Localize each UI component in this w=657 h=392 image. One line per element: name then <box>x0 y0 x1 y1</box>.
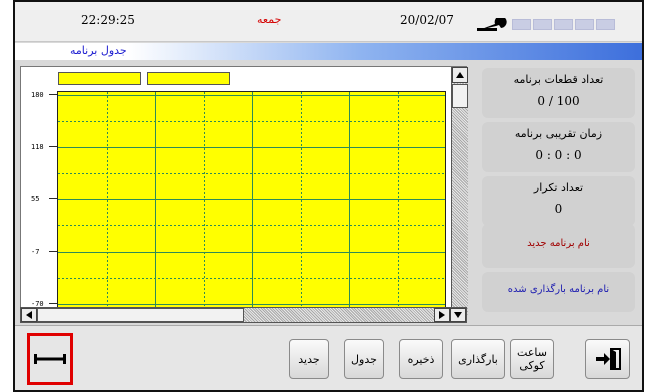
program-chart: 180 118 55 -7 -70 <box>20 66 468 316</box>
approx-time-value: 0 : 0 : 0 <box>535 148 582 162</box>
status-indicator <box>512 19 531 30</box>
scroll-right-button[interactable] <box>434 308 450 322</box>
load-button[interactable]: بارگذاری <box>451 339 505 379</box>
save-button[interactable]: ذخیره <box>399 339 443 379</box>
y-tick-mark <box>49 198 57 199</box>
scroll-up-button[interactable] <box>452 67 468 83</box>
current-date: 20/02/07 <box>400 13 454 27</box>
repeat-value: 0 <box>554 202 563 216</box>
arrow-left-icon <box>26 311 32 319</box>
clock-button[interactable]: ساعت کوکی <box>510 339 554 379</box>
grid-lines <box>58 92 445 315</box>
y-tick-label: 55 <box>31 195 40 203</box>
segments-value: 0 / 100 <box>537 94 580 108</box>
repeat-panel: تعداد تکرار 0 <box>482 176 635 226</box>
horizontal-scrollbar[interactable] <box>20 307 467 323</box>
y-tick-label: 118 <box>31 143 44 151</box>
y-tick-label: 180 <box>31 91 44 99</box>
exit-button[interactable] <box>585 339 630 379</box>
range-button[interactable] <box>27 333 73 385</box>
clock-time: 22:29:25 <box>81 13 135 27</box>
scroll-down-button[interactable] <box>450 308 466 322</box>
y-tick-mark <box>49 251 57 252</box>
clock-button-line2: کوکی <box>519 359 545 372</box>
status-indicator <box>575 19 594 30</box>
wrench-icon[interactable] <box>477 18 507 32</box>
segments-panel: تعداد قطعات برنامه 0 / 100 <box>482 68 635 118</box>
table-button[interactable]: جدول <box>344 339 384 379</box>
status-indicator <box>533 19 552 30</box>
clock-button-line1: ساعت <box>517 346 547 359</box>
hmi-screen: 22:29:25 جمعه 20/02/07 جدول برنامه 180 1… <box>13 0 644 392</box>
vertical-scroll-thumb[interactable] <box>452 84 468 108</box>
page-title: جدول برنامه <box>70 44 127 57</box>
horizontal-scroll-thumb[interactable] <box>37 308 244 322</box>
approx-time-panel: زمان تقریبی برنامه 0 : 0 : 0 <box>482 122 635 172</box>
status-indicators <box>512 19 615 30</box>
new-button[interactable]: جدید <box>289 339 329 379</box>
y-tick-label: -7 <box>31 248 40 256</box>
status-indicator <box>554 19 573 30</box>
legend-box <box>147 72 230 85</box>
loaded-program-panel: نام برنامه بارگذاری شده <box>482 272 635 312</box>
status-bar: 22:29:25 جمعه 20/02/07 <box>15 2 642 42</box>
y-tick-mark <box>49 94 57 95</box>
arrow-up-icon <box>456 72 464 78</box>
approx-time-label: زمان تقریبی برنامه <box>514 127 603 140</box>
segments-label: تعداد قطعات برنامه <box>513 73 604 86</box>
arrow-down-icon <box>454 312 462 318</box>
new-program-name: نام برنامه جدید <box>527 238 590 249</box>
vertical-scrollbar[interactable] <box>451 67 468 315</box>
loaded-program-name: نام برنامه بارگذاری شده <box>507 284 610 295</box>
arrow-right-icon <box>439 311 445 319</box>
repeat-label: تعداد تکرار <box>533 181 584 194</box>
y-tick-mark <box>49 146 57 147</box>
major-grid <box>58 92 445 315</box>
legend-box <box>58 72 141 85</box>
horizontal-range-icon <box>34 354 66 364</box>
exit-door-icon <box>595 348 621 370</box>
y-tick-mark <box>49 303 57 304</box>
plot-area[interactable] <box>57 91 446 316</box>
status-indicator <box>596 19 615 30</box>
window-title-bar: جدول برنامه <box>15 43 642 60</box>
scroll-left-button[interactable] <box>21 308 37 322</box>
weekday: جمعه <box>257 13 282 26</box>
new-program-panel[interactable]: نام برنامه جدید <box>482 224 635 268</box>
